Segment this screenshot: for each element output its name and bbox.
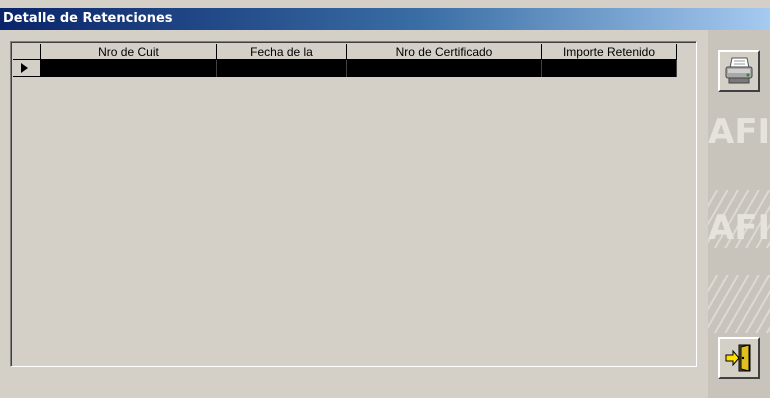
cell-fecha[interactable] (217, 60, 347, 77)
row-selector[interactable] (13, 60, 41, 77)
window-title: Detalle de Retenciones (3, 11, 173, 26)
exit-door-icon (725, 344, 751, 372)
cell-importe-retenido[interactable] (542, 60, 677, 77)
column-header-nro-certificado[interactable]: Nro de Certificado (347, 44, 542, 60)
cell-nro-cuit[interactable] (41, 60, 217, 77)
grid-corner-cell (13, 44, 41, 60)
current-row-arrow-icon (21, 63, 28, 73)
exit-button[interactable] (718, 337, 760, 379)
grid-header: Nro de Cuit Fecha de la Nro de Certifica… (13, 44, 677, 60)
column-header-nro-cuit[interactable]: Nro de Cuit (41, 44, 217, 60)
cell-nro-certificado[interactable] (347, 60, 542, 77)
afip-watermark-logo: AFIP (708, 112, 770, 152)
afip-watermark-logo-2: AFIP (708, 208, 770, 248)
table-row[interactable] (13, 60, 677, 77)
column-header-importe-retenido[interactable]: Importe Retenido (542, 44, 677, 60)
print-button[interactable] (718, 50, 760, 92)
printer-icon (725, 57, 753, 84)
title-bar[interactable]: Detalle de Retenciones (0, 8, 770, 30)
watermark-stripes-2 (708, 275, 770, 333)
retenciones-grid[interactable]: Nro de Cuit Fecha de la Nro de Certifica… (10, 41, 697, 367)
retenciones-window: Detalle de Retenciones Nro de Cuit Fecha… (0, 0, 770, 398)
column-header-fecha[interactable]: Fecha de la (217, 44, 347, 60)
